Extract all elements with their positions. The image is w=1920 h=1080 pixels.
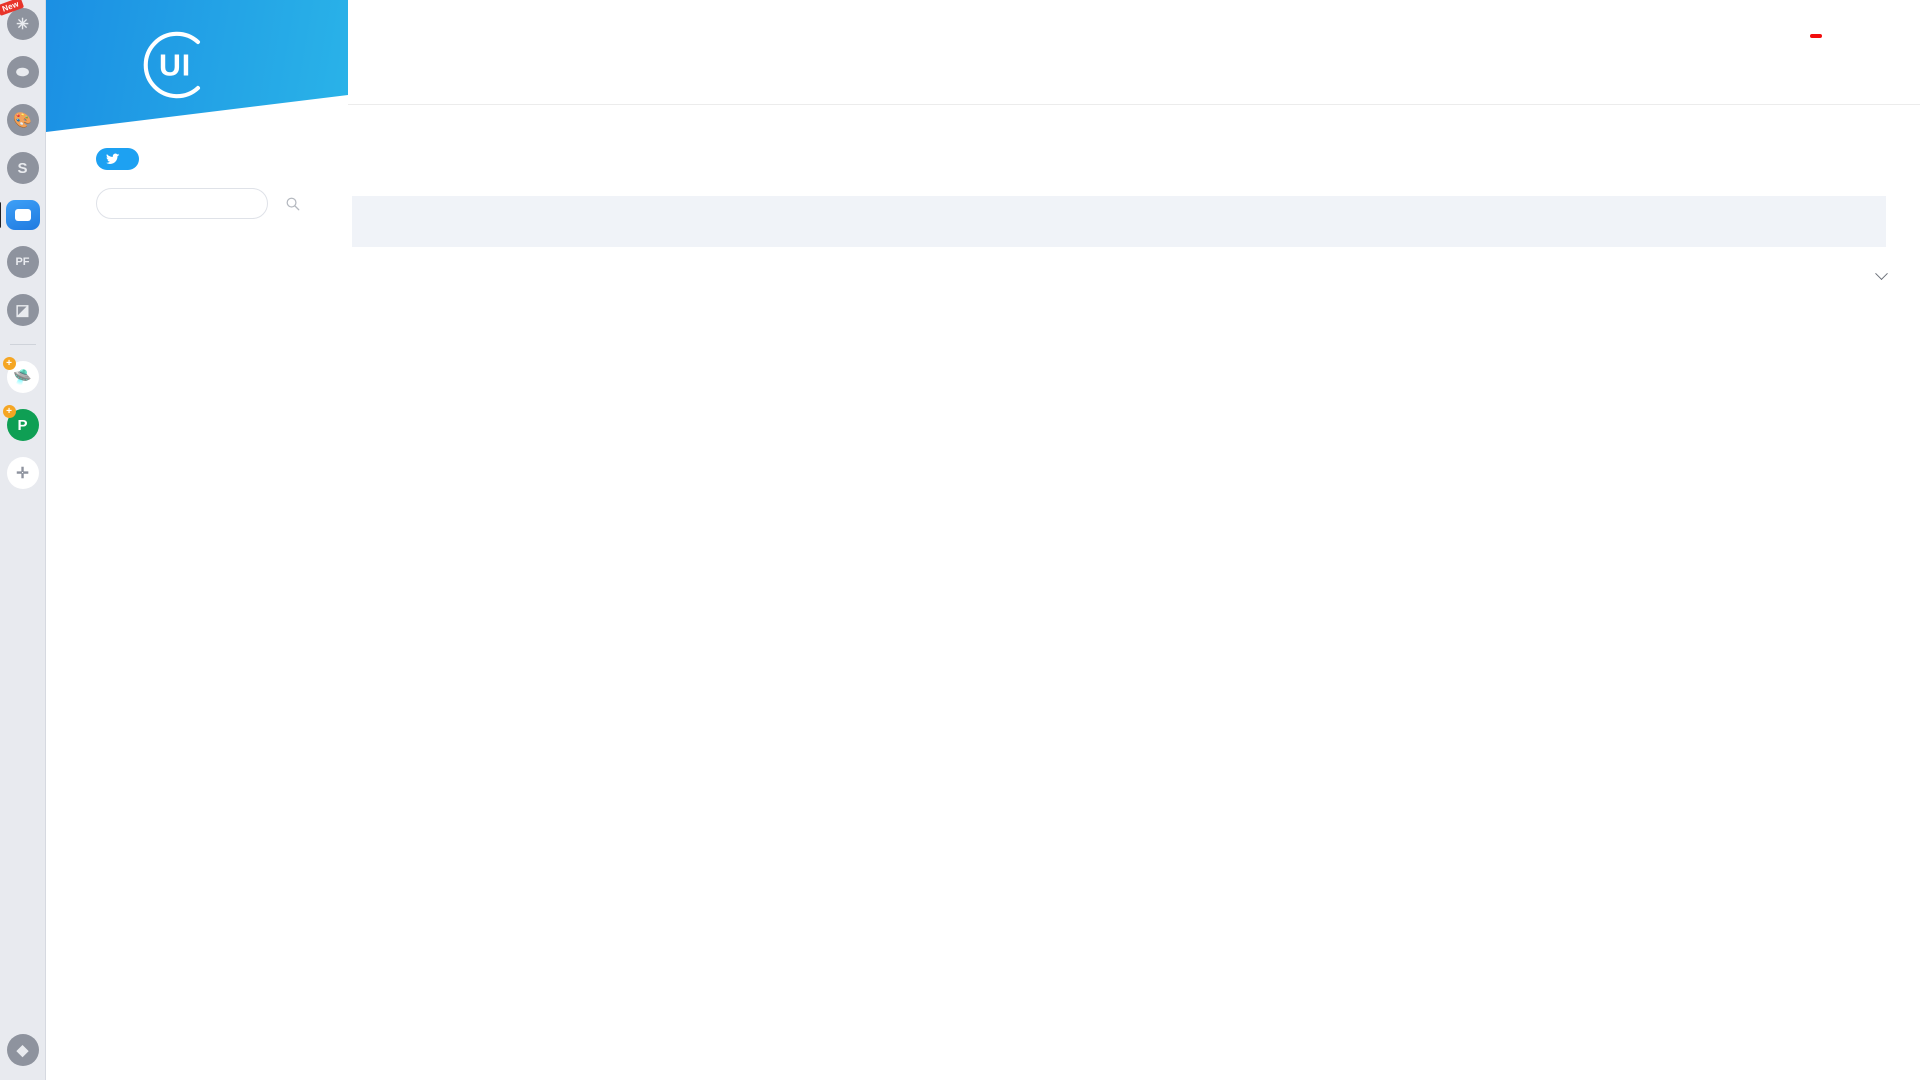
palette-extension-icon[interactable]: 🎨 [6, 104, 39, 136]
tweet-button[interactable] [96, 148, 139, 170]
promo-strip [352, 196, 1886, 247]
wedge-extension-icon[interactable]: ◪ [6, 294, 39, 326]
rail-divider [9, 344, 36, 345]
extension-add-badge: + [2, 357, 16, 370]
twitter-icon [106, 153, 120, 164]
nav-daily-designer-inspiration[interactable] [1803, 34, 1822, 38]
promo-link-nfts[interactable] [352, 214, 863, 229]
sidebar [46, 132, 348, 1080]
search-icon [286, 197, 300, 211]
filter-input[interactable] [109, 196, 285, 211]
bottom-extension-icon[interactable]: ◆ [6, 1034, 39, 1066]
nav-new-badge [1810, 34, 1822, 38]
browser-extension-rail: New ✳ ⬬ 🎨 S PF ◪ + 🛸 + P ✛ ◆ [0, 0, 46, 1080]
peerlist-extension-icon[interactable]: + P [2, 405, 39, 441]
extension-new-badge: New [0, 0, 24, 16]
svg-text:UI: UI [159, 50, 191, 83]
promo-link-designer-to-developer[interactable] [863, 214, 1374, 229]
promo-link-linkedin-alternative[interactable] [1375, 214, 1886, 229]
filter-field[interactable] [96, 188, 300, 219]
top-navigation [1803, 34, 1886, 38]
active-extension-icon[interactable] [0, 200, 40, 230]
ui-logo[interactable]: UI [134, 24, 216, 106]
blimp-extension-icon[interactable]: + 🛸 [2, 357, 39, 393]
active-extension-indicator [0, 202, 1, 228]
shield-extension-icon[interactable]: ⬬ [6, 56, 39, 88]
sort-control[interactable] [1861, 267, 1888, 281]
asterisk-extension-icon[interactable]: New ✳ [0, 0, 39, 40]
main-content [348, 104, 1920, 1080]
pf-extension-icon[interactable]: PF [6, 246, 39, 278]
add-extension-icon[interactable]: ✛ [6, 457, 39, 489]
extension-add-badge: + [2, 405, 16, 418]
s-extension-icon[interactable]: S [6, 152, 39, 184]
chevron-down-icon [1875, 267, 1888, 281]
